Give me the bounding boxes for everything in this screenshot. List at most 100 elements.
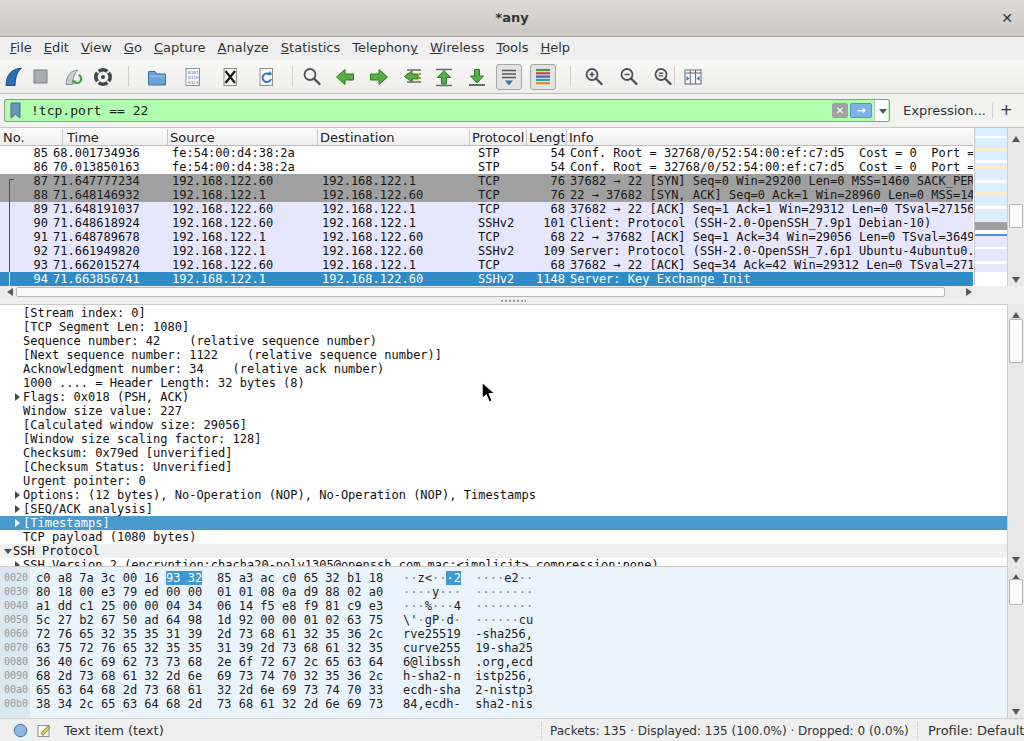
packet-row-93[interactable]: 9371.662015274192.168.122.60192.168.122.… — [0, 258, 973, 272]
detail-line-1[interactable]: [TCP Segment Len: 1080] — [0, 320, 1007, 334]
detail-line-18[interactable]: SSH Version 2 (encryption:chacha20-poly1… — [0, 558, 1007, 566]
capture-comment-icon[interactable] — [36, 722, 52, 738]
reload-file-button[interactable] — [253, 64, 279, 90]
packet-row-86[interactable]: 8670.013850163fe:54:00:d4:38:2aSTP54Conf… — [0, 160, 973, 174]
scroll-thumb[interactable] — [1009, 204, 1023, 228]
hex-ascii[interactable]: 84,ecdh- sha2-nis — [403, 697, 533, 711]
bookmark-icon[interactable] — [8, 102, 24, 119]
column-separator[interactable] — [566, 129, 567, 145]
go-to-packet-button[interactable] — [400, 64, 426, 90]
menu-statistics[interactable]: Statistics — [275, 37, 346, 59]
expert-info-icon[interactable] — [13, 723, 28, 738]
hex-row-00a0[interactable]: 00a065 63 64 68 2d 73 68 6132 2d 6e 69 7… — [0, 683, 1007, 697]
packet-row-89[interactable]: 8971.648191037192.168.122.60192.168.122.… — [0, 202, 973, 216]
column-separator[interactable] — [526, 129, 527, 145]
column-header-source[interactable]: Source — [170, 130, 315, 145]
scroll-up-arrow[interactable] — [1008, 128, 1024, 142]
hex-row-0050[interactable]: 00505c 27 b2 67 50 ad 64 981d 92 00 00 0… — [0, 613, 1007, 627]
restart-capture-button[interactable] — [60, 64, 86, 90]
hex-ascii[interactable]: h-sha2-n istp256, — [403, 669, 533, 683]
detail-line-7[interactable]: Window size value: 227 — [0, 404, 1007, 418]
filter-text[interactable]: !tcp.port == 22 — [31, 103, 148, 118]
close-file-button[interactable] — [217, 64, 243, 90]
packet-list-vscroll[interactable] — [1007, 128, 1024, 286]
detail-line-16[interactable]: TCP payload (1080 bytes) — [0, 530, 1007, 544]
capture-options-button[interactable] — [90, 64, 116, 90]
find-packet-button[interactable] — [299, 64, 325, 90]
hex-row-0060[interactable]: 006072 76 65 32 35 35 31 392d 73 68 61 3… — [0, 627, 1007, 641]
scroll-down-arrow[interactable] — [1008, 704, 1024, 718]
expression-button[interactable]: Expression... — [903, 103, 986, 118]
packet-row-87[interactable]: 8771.647777234192.168.122.60192.168.122.… — [0, 174, 973, 188]
detail-line-3[interactable]: [Next sequence number: 1122 (relative se… — [0, 348, 1007, 362]
detail-line-8[interactable]: [Calculated window size: 29056] — [0, 418, 1007, 432]
scroll-thumb[interactable] — [1009, 319, 1023, 363]
column-header-destination[interactable]: Destination — [320, 130, 467, 145]
packet-list-hscroll[interactable] — [0, 286, 975, 298]
packet-list-header[interactable]: No.TimeSourceDestinationProtocolLengthIn… — [0, 128, 973, 146]
hex-bytes[interactable]: 38 34 2c 65 63 64 68 2d — [36, 697, 202, 711]
hex-bytes[interactable]: 5c 27 b2 67 50 ad 64 98 — [36, 613, 202, 627]
hex-bytes[interactable]: 80 18 00 e3 79 ed 00 00 — [36, 585, 202, 599]
menu-telephony[interactable]: Telephony — [346, 37, 424, 59]
filter-dropdown-arrow[interactable] — [874, 100, 888, 121]
detail-line-2[interactable]: Sequence number: 42 (relative sequence n… — [0, 334, 1007, 348]
hex-bytes[interactable]: 1d 92 00 00 01 02 63 75 — [217, 613, 383, 627]
detail-line-17[interactable]: SSH Protocol — [0, 544, 1007, 558]
menu-help[interactable]: Help — [534, 37, 576, 59]
menu-view[interactable]: View — [75, 37, 118, 59]
hex-ascii[interactable]: ····y··· ········ — [403, 585, 533, 599]
menu-capture[interactable]: Capture — [148, 37, 212, 59]
column-header-no[interactable]: No. — [3, 130, 60, 145]
scroll-up-arrow[interactable] — [1008, 304, 1024, 318]
hex-bytes[interactable]: 68 2d 73 68 61 32 2d 6e — [36, 669, 202, 683]
hex-ascii[interactable]: ···%···4 ········ — [403, 599, 533, 613]
packet-row-91[interactable]: 9171.648789678192.168.122.1192.168.122.6… — [0, 230, 973, 244]
column-separator[interactable] — [167, 129, 168, 145]
hscroll-thumb[interactable] — [16, 287, 945, 297]
detail-line-4[interactable]: Acknowledgment number: 34 (relative ack … — [0, 362, 1007, 376]
hex-ascii[interactable]: curve255 19-sha25 — [403, 641, 533, 655]
open-file-button[interactable] — [144, 64, 170, 90]
hex-row-00b0[interactable]: 00b038 34 2c 65 63 64 68 2d73 68 61 32 2… — [0, 697, 1007, 711]
detail-line-5[interactable]: 1000 .... = Header Length: 32 bytes (8) — [0, 376, 1007, 390]
detail-line-0[interactable]: [Stream index: 0] — [0, 306, 1007, 320]
column-separator[interactable] — [62, 129, 63, 145]
hex-bytes[interactable]: a1 dd c1 25 00 00 04 34 — [36, 599, 202, 613]
detail-line-14[interactable]: [SEQ/ACK analysis] — [0, 502, 1007, 516]
menu-go[interactable]: Go — [118, 37, 148, 59]
packet-row-88[interactable]: 8871.648146932192.168.122.1192.168.122.6… — [0, 188, 973, 202]
filter-apply-button[interactable]: → — [850, 103, 872, 118]
start-capture-button[interactable] — [1, 64, 27, 90]
hex-ascii[interactable]: rve25519 -sha256, — [403, 627, 533, 641]
menu-file[interactable]: File — [4, 37, 38, 59]
packet-row-90[interactable]: 9071.648618924192.168.122.60192.168.122.… — [0, 216, 973, 230]
hex-vscroll[interactable] — [1007, 566, 1024, 718]
hex-bytes[interactable]: 32 2d 6e 69 73 74 70 33 — [217, 683, 383, 697]
resize-columns-button[interactable] — [680, 64, 706, 90]
hex-bytes[interactable]: c0 a8 7a 3c 00 16 93 32 — [36, 571, 202, 585]
detail-line-13[interactable]: Options: (12 bytes), No-Operation (NOP),… — [0, 488, 1007, 502]
detail-line-15[interactable]: [Timestamps] — [0, 516, 1007, 530]
hex-row-0020[interactable]: 0020c0 a8 7a 3c 00 16 93 3285 a3 ac c0 6… — [0, 571, 1007, 585]
hex-row-0090[interactable]: 009068 2d 73 68 61 32 2d 6e69 73 74 70 3… — [0, 669, 1007, 683]
menu-wireless[interactable]: Wireless — [424, 37, 490, 59]
hex-bytes[interactable]: 01 01 08 0a d9 88 02 a0 — [217, 585, 383, 599]
scroll-left-arrow[interactable] — [0, 286, 14, 298]
hex-ascii[interactable]: ecdh-sha 2-nistp3 — [403, 683, 533, 697]
hex-bytes[interactable]: 06 14 f5 e8 f9 81 c9 e3 — [217, 599, 383, 613]
hex-bytes[interactable]: 2d 73 68 61 32 35 36 2c — [217, 627, 383, 641]
menu-tools[interactable]: Tools — [490, 37, 534, 59]
go-last-packet-button[interactable] — [464, 64, 490, 90]
column-header-info[interactable]: Info — [569, 130, 769, 145]
packet-row-85[interactable]: 8568.001734936fe:54:00:d4:38:2aSTP54Conf… — [0, 146, 973, 160]
column-header-protocol[interactable]: Protocol — [472, 130, 524, 145]
menu-edit[interactable]: Edit — [38, 37, 75, 59]
zoom-in-button[interactable] — [581, 64, 607, 90]
save-file-button[interactable]: 010101100113 — [180, 64, 206, 90]
detail-line-9[interactable]: [Window size scaling factor: 128] — [0, 432, 1007, 446]
hex-bytes[interactable]: 36 40 6c 69 62 73 73 68 — [36, 655, 202, 669]
scroll-right-arrow[interactable] — [961, 286, 975, 298]
detail-line-6[interactable]: Flags: 0x018 (PSH, ACK) — [0, 390, 1007, 404]
hex-ascii[interactable]: \'·gP·d· ······cu — [403, 613, 533, 627]
